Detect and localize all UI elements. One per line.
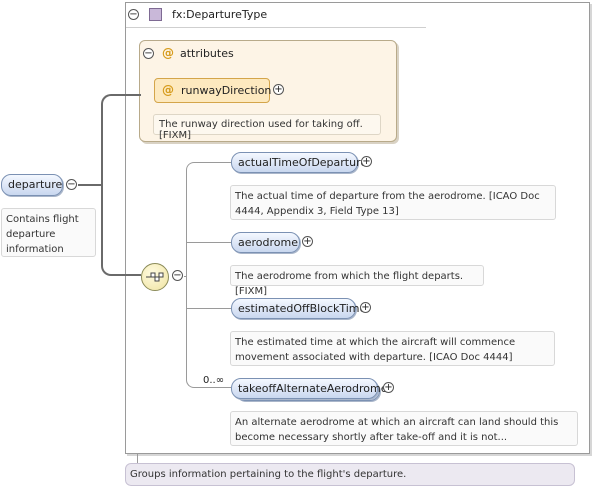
- element-doc: The aerodrome from which the flight depa…: [230, 265, 484, 297]
- type-header-divider: [126, 27, 426, 28]
- element-doc-line: movement associated with departure. [ICA…: [235, 352, 513, 363]
- attribute-group-icon: @: [162, 46, 174, 60]
- type-doc: Groups information pertaining to the fli…: [125, 463, 575, 486]
- element-name: estimatedOffBlockTime: [238, 302, 367, 315]
- attribute-expand-button[interactable]: +: [273, 84, 284, 95]
- root-doc-line: Contains flight: [6, 214, 79, 225]
- root-doc-line: departure: [6, 229, 56, 240]
- element-expand-button[interactable]: +: [361, 156, 372, 167]
- cardinality-label: 0..∞: [203, 375, 225, 386]
- connector: [137, 454, 138, 463]
- complex-type-icon: [149, 8, 162, 21]
- attributes-collapse-button[interactable]: −: [143, 48, 154, 59]
- connector-bracket: [101, 94, 141, 276]
- element-doc-line: The aerodrome from which the flight depa…: [235, 271, 464, 297]
- root-doc-line: information: [6, 244, 64, 255]
- element-name: actualTimeOfDeparture: [238, 156, 368, 169]
- root-element-doc: Contains flight departure information: [1, 208, 96, 257]
- element-doc: The actual time of departure from the ae…: [230, 185, 556, 220]
- element-doc-line: become necessary shortly after take-off …: [235, 432, 508, 443]
- element-doc: The estimated time at which the aircraft…: [230, 331, 555, 366]
- element-name: takeoffAlternateAerodrome: [238, 382, 388, 395]
- element-doc-line: An alternate aerodrome at which an aircr…: [235, 417, 559, 428]
- element-doc: An alternate aerodrome at which an aircr…: [230, 411, 578, 446]
- sequence-icon: [146, 272, 164, 282]
- element-doc-line: 4444, Appendix 3, Field Type 13]: [235, 206, 399, 217]
- element-expand-button[interactable]: +: [302, 236, 313, 247]
- element-name: aerodrome: [238, 236, 298, 249]
- attributes-label: attributes: [180, 47, 234, 60]
- connector: [78, 184, 102, 186]
- sequence-bracket: [186, 162, 231, 388]
- connector: [187, 242, 231, 243]
- element-expand-button[interactable]: +: [360, 302, 371, 313]
- root-element-name: departure: [8, 178, 63, 191]
- sequence-collapse-button[interactable]: −: [172, 270, 183, 281]
- attribute-name: runwayDirection: [181, 84, 272, 97]
- attribute-doc: The runway direction used for taking off…: [153, 114, 381, 141]
- element-doc-line: The estimated time at which the aircraft…: [235, 337, 516, 348]
- attribute-icon: @: [162, 83, 174, 97]
- type-name: fx:DepartureType: [172, 8, 268, 21]
- sequence-compositor-icon[interactable]: [141, 263, 169, 291]
- element-expand-button[interactable]: +: [383, 382, 394, 393]
- connector: [187, 308, 231, 309]
- root-collapse-button[interactable]: −: [66, 179, 77, 190]
- type-collapse-button[interactable]: −: [128, 9, 139, 20]
- element-doc-line: The actual time of departure from the ae…: [235, 191, 540, 202]
